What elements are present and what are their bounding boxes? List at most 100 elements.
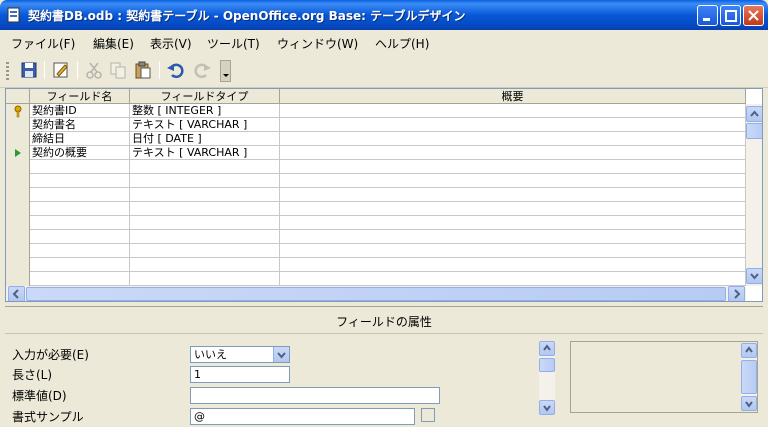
undo-icon[interactable] — [166, 60, 186, 80]
row-selector[interactable] — [6, 118, 30, 132]
table-row[interactable] — [6, 202, 746, 216]
description-cell[interactable] — [280, 104, 746, 118]
header-description[interactable]: 概要 — [280, 89, 746, 104]
description-cell[interactable] — [280, 216, 746, 230]
menu-window[interactable]: ウィンドウ(W) — [277, 35, 358, 52]
menu-view[interactable]: 表示(V) — [150, 35, 192, 52]
description-cell[interactable] — [280, 258, 746, 272]
edit-icon[interactable] — [51, 60, 71, 80]
table-row[interactable] — [6, 160, 746, 174]
field-name-cell[interactable]: 契約書名 — [30, 118, 130, 132]
scroll-right-button[interactable] — [728, 286, 745, 301]
help-scrollbar[interactable] — [741, 343, 757, 411]
redo-icon[interactable] — [192, 60, 212, 80]
scroll-up-button[interactable] — [741, 343, 757, 358]
table-row[interactable]: 契約書ID 整数 [ INTEGER ] — [6, 104, 746, 118]
scroll-down-button[interactable] — [741, 396, 757, 411]
field-name-cell[interactable]: 締結日 — [30, 132, 130, 146]
description-cell[interactable] — [280, 174, 746, 188]
paste-icon[interactable] — [133, 60, 153, 80]
row-header-corner[interactable] — [6, 89, 30, 104]
menu-file[interactable]: ファイル(F) — [11, 35, 75, 52]
toolbar-grip[interactable] — [6, 62, 9, 80]
table-row[interactable] — [6, 244, 746, 258]
description-cell[interactable] — [280, 118, 746, 132]
field-name-cell[interactable] — [30, 160, 130, 174]
field-name-cell[interactable]: 契約書ID — [30, 104, 130, 118]
description-cell[interactable] — [280, 146, 746, 160]
row-selector[interactable] — [6, 104, 30, 118]
row-selector[interactable] — [6, 188, 30, 202]
scroll-down-button[interactable] — [539, 400, 555, 415]
table-row[interactable] — [6, 174, 746, 188]
table-row[interactable]: 契約書名 テキスト [ VARCHAR ] — [6, 118, 746, 132]
required-select[interactable]: いいえ — [190, 346, 290, 363]
field-name-cell[interactable] — [30, 174, 130, 188]
field-type-cell[interactable] — [130, 272, 280, 286]
scroll-up-button[interactable] — [539, 341, 555, 356]
field-type-cell[interactable]: テキスト [ VARCHAR ] — [130, 118, 280, 132]
row-selector[interactable] — [6, 258, 30, 272]
copy-icon[interactable] — [108, 60, 128, 80]
row-selector[interactable] — [6, 216, 30, 230]
scroll-thumb[interactable] — [741, 360, 757, 394]
description-cell[interactable] — [280, 132, 746, 146]
menu-edit[interactable]: 編集(E) — [93, 35, 134, 52]
grid-horizontal-scrollbar[interactable] — [6, 286, 746, 301]
field-type-cell[interactable] — [130, 244, 280, 258]
field-name-cell[interactable] — [30, 272, 130, 286]
default-value-field[interactable] — [190, 387, 440, 404]
properties-scrollbar[interactable] — [539, 341, 555, 415]
description-cell[interactable] — [280, 272, 746, 286]
close-button[interactable] — [743, 5, 764, 26]
row-selector[interactable] — [6, 160, 30, 174]
field-type-cell[interactable] — [130, 188, 280, 202]
field-type-cell[interactable] — [130, 216, 280, 230]
field-type-cell[interactable]: テキスト [ VARCHAR ] — [130, 146, 280, 160]
table-row[interactable] — [6, 258, 746, 272]
description-cell[interactable] — [280, 188, 746, 202]
header-field-type[interactable]: フィールドタイプ — [130, 89, 280, 104]
menu-help[interactable]: ヘルプ(H) — [375, 35, 429, 52]
dropdown-button[interactable] — [273, 347, 289, 362]
field-type-cell[interactable] — [130, 230, 280, 244]
scroll-left-button[interactable] — [8, 286, 25, 301]
field-name-cell[interactable] — [30, 258, 130, 272]
table-row[interactable]: 契約の概要 テキスト [ VARCHAR ] — [6, 146, 746, 160]
row-selector[interactable] — [6, 174, 30, 188]
field-name-cell[interactable] — [30, 188, 130, 202]
description-cell[interactable] — [280, 230, 746, 244]
format-button[interactable] — [421, 408, 435, 422]
field-type-cell[interactable] — [130, 174, 280, 188]
scroll-thumb[interactable] — [746, 123, 762, 139]
row-selector[interactable] — [6, 272, 30, 286]
scroll-up-button[interactable] — [746, 106, 762, 122]
minimize-button[interactable] — [697, 5, 718, 26]
field-type-cell[interactable] — [130, 258, 280, 272]
title-bar[interactable]: 契約書DB.odb : 契約書テーブル - OpenOffice.org Bas… — [0, 0, 768, 30]
table-row[interactable] — [6, 230, 746, 244]
row-selector[interactable] — [6, 132, 30, 146]
scroll-thumb[interactable] — [26, 287, 726, 301]
field-type-cell[interactable] — [130, 160, 280, 174]
toolbar-overflow-button[interactable] — [220, 60, 231, 82]
field-name-cell[interactable] — [30, 202, 130, 216]
table-row[interactable] — [6, 216, 746, 230]
maximize-button[interactable] — [720, 5, 741, 26]
menu-tools[interactable]: ツール(T) — [207, 35, 260, 52]
header-field-name[interactable]: フィールド名 — [30, 89, 130, 104]
save-icon[interactable] — [19, 60, 39, 80]
scroll-thumb[interactable] — [539, 358, 555, 372]
field-design-grid[interactable]: フィールド名 フィールドタイプ 概要 契約書ID 整数 [ INTEGER ] 契約… — [5, 88, 763, 302]
field-type-cell[interactable] — [130, 202, 280, 216]
field-name-cell[interactable]: 契約の概要 — [30, 146, 130, 160]
length-field[interactable]: 1 — [190, 366, 290, 383]
scroll-down-button[interactable] — [746, 268, 762, 284]
cut-icon[interactable] — [84, 60, 104, 80]
field-type-cell[interactable]: 日付 [ DATE ] — [130, 132, 280, 146]
field-type-cell[interactable]: 整数 [ INTEGER ] — [130, 104, 280, 118]
row-selector[interactable] — [6, 146, 30, 160]
field-name-cell[interactable] — [30, 230, 130, 244]
field-name-cell[interactable] — [30, 216, 130, 230]
description-cell[interactable] — [280, 244, 746, 258]
